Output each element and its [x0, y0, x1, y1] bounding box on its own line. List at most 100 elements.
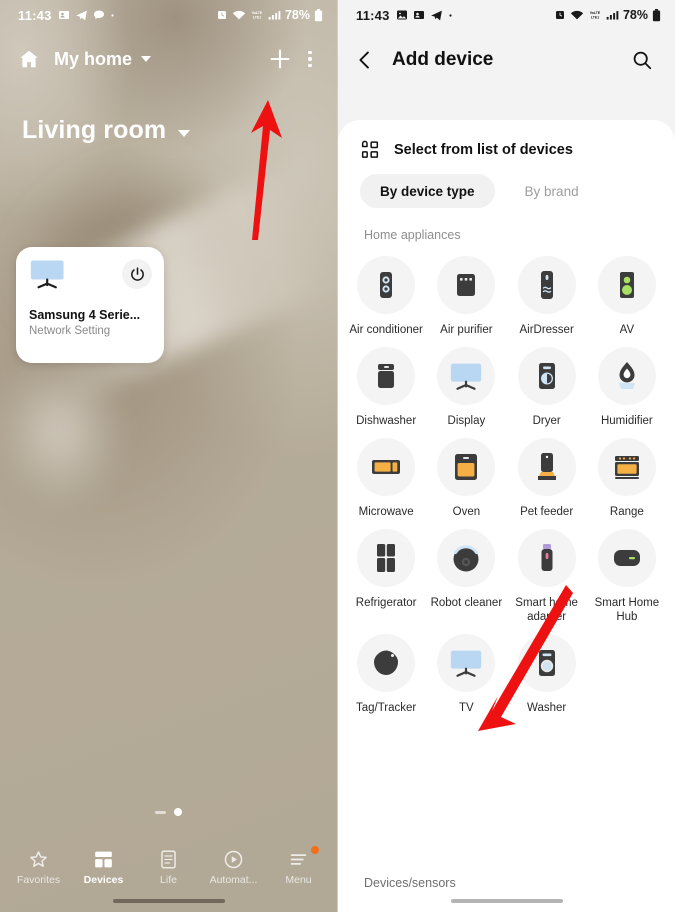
device-option-air-purifier[interactable]: Air purifier	[426, 250, 506, 337]
alarm-icon	[216, 9, 228, 21]
nav-item-devices[interactable]: Devices	[73, 849, 135, 886]
device-card-status: Network Setting	[29, 325, 111, 337]
page-dash-icon[interactable]	[155, 810, 166, 814]
device-label: Tag/Tracker	[355, 702, 417, 715]
tab-by-device-type[interactable]: By device type	[360, 174, 495, 208]
device-option-dryer[interactable]: Dryer	[507, 341, 587, 428]
status-system-icons: VoLTE LTE1 78%	[554, 8, 661, 22]
section-label-home-appliances: Home appliances	[364, 228, 461, 242]
room-title: Living room	[22, 116, 167, 144]
battery-icon	[314, 8, 323, 22]
device-option-robot-cleaner[interactable]: Robot cleaner	[426, 523, 506, 624]
device-label: Oven	[452, 506, 481, 519]
device-option-airdresser[interactable]: AirDresser	[507, 250, 587, 337]
device-option-tv[interactable]: TV	[426, 628, 506, 715]
device-option-washer[interactable]: Washer	[507, 628, 587, 715]
humidifier-icon	[597, 347, 656, 406]
signal-icon	[268, 9, 281, 21]
range-icon	[597, 438, 656, 497]
device-option-refrigerator[interactable]: Refrigerator	[346, 523, 426, 624]
room-selector[interactable]: Living room	[0, 88, 337, 145]
device-label: Dryer	[532, 415, 561, 428]
menu-lines-icon	[288, 849, 309, 870]
device-label: Display	[447, 415, 486, 428]
device-option-humidifier[interactable]: Humidifier	[587, 341, 667, 428]
display-icon	[437, 347, 496, 406]
chevron-down-icon[interactable]	[178, 130, 191, 137]
status-bar-right: 11:43 VoLTE LTE1 78%	[338, 0, 675, 30]
device-option-oven[interactable]: Oven	[426, 432, 506, 519]
home-header: My home	[0, 30, 337, 88]
battery-percent-label: 78%	[622, 8, 648, 22]
device-option-tag-tracker[interactable]: Tag/Tracker	[346, 628, 426, 715]
gesture-home-bar[interactable]	[450, 899, 563, 903]
page-dot-active-icon[interactable]	[174, 808, 182, 816]
wifi-icon	[232, 9, 246, 21]
power-toggle-button[interactable]	[122, 259, 152, 289]
device-option-range[interactable]: Range	[587, 432, 667, 519]
smart-home-adapter-icon	[517, 529, 576, 588]
device-label: Robot cleaner	[430, 597, 503, 610]
device-option-dishwasher[interactable]: Dishwasher	[346, 341, 426, 428]
contacts-icon	[413, 9, 425, 21]
device-label: Pet feeder	[520, 506, 574, 519]
gesture-home-bar[interactable]	[112, 899, 225, 903]
tv-icon	[437, 634, 496, 693]
device-option-smart-home-adapter[interactable]: Smart home adapter	[507, 523, 587, 624]
status-time: 11:43	[18, 7, 52, 23]
device-label: AV	[619, 324, 635, 336]
add-device-button[interactable]	[263, 42, 297, 76]
telegram-icon	[430, 9, 443, 22]
nav-label: Favorites	[16, 874, 61, 886]
device-card-tv[interactable]: Samsung 4 Serie... Network Setting	[16, 247, 164, 363]
smartthings-home-screen: 11:43 VoLTE LTE1 78% My home Living room…	[0, 0, 337, 912]
tag-tracker-icon	[357, 634, 416, 693]
battery-percent-label: 78%	[284, 8, 310, 22]
device-option-av[interactable]: AV	[587, 250, 667, 337]
nav-item-life[interactable]: Life	[138, 849, 200, 886]
nav-label: Life	[160, 874, 177, 886]
status-system-icons: VoLTE LTE1 78%	[216, 8, 323, 22]
airdresser-icon	[517, 256, 576, 314]
device-label: TV	[459, 702, 474, 715]
device-label: Smart home adapter	[515, 597, 578, 624]
sheet-title: Select from list of devices	[394, 142, 573, 158]
search-icon[interactable]	[627, 45, 657, 75]
refrigerator-icon	[357, 529, 416, 588]
air-conditioner-icon	[357, 256, 416, 314]
home-icon[interactable]	[18, 48, 40, 70]
device-label: Dishwasher	[356, 415, 417, 428]
device-option-display[interactable]: Display	[426, 341, 506, 428]
nav-item-menu[interactable]: Menu	[268, 846, 330, 886]
volte-icon: VoLTE LTE1	[588, 9, 602, 21]
bottom-navigation: Favorites Devices Life Automat... Menu	[0, 846, 337, 886]
nav-item-automation[interactable]: Automat...	[203, 849, 265, 886]
dryer-icon	[517, 347, 576, 406]
nav-item-favorites[interactable]: Favorites	[8, 849, 70, 886]
chevron-down-icon[interactable]	[141, 56, 152, 62]
device-label: Washer	[527, 702, 567, 715]
device-option-air-conditioner[interactable]: Air conditioner	[346, 250, 426, 337]
device-option-pet-feeder[interactable]: Pet feeder	[507, 432, 587, 519]
more-vertical-icon[interactable]	[297, 42, 323, 76]
status-bar-left: 11:43 VoLTE LTE1 78%	[0, 0, 337, 30]
alarm-icon	[554, 9, 566, 21]
play-circle-icon	[223, 849, 244, 870]
device-label: AirDresser	[519, 324, 574, 336]
grid-list-icon	[360, 140, 380, 160]
device-option-smart-home-hub[interactable]: Smart Home Hub	[587, 523, 667, 624]
oven-icon	[437, 438, 496, 497]
dual-screenshot: 11:43 VoLTE LTE1 78% My home Living room…	[0, 0, 675, 912]
tv-icon	[29, 259, 69, 291]
menu-notification-badge	[310, 846, 319, 854]
device-label: Smart Home Hub	[594, 597, 660, 624]
dot-icon	[110, 13, 115, 18]
pet-feeder-icon	[517, 438, 576, 497]
washer-icon	[517, 634, 576, 693]
back-button[interactable]	[354, 43, 384, 77]
device-option-microwave[interactable]: Microwave	[346, 432, 426, 519]
tab-by-brand[interactable]: By brand	[505, 174, 599, 208]
device-label: Humidifier	[600, 415, 653, 428]
status-notification-icons	[396, 9, 453, 22]
home-title[interactable]: My home	[54, 49, 132, 70]
